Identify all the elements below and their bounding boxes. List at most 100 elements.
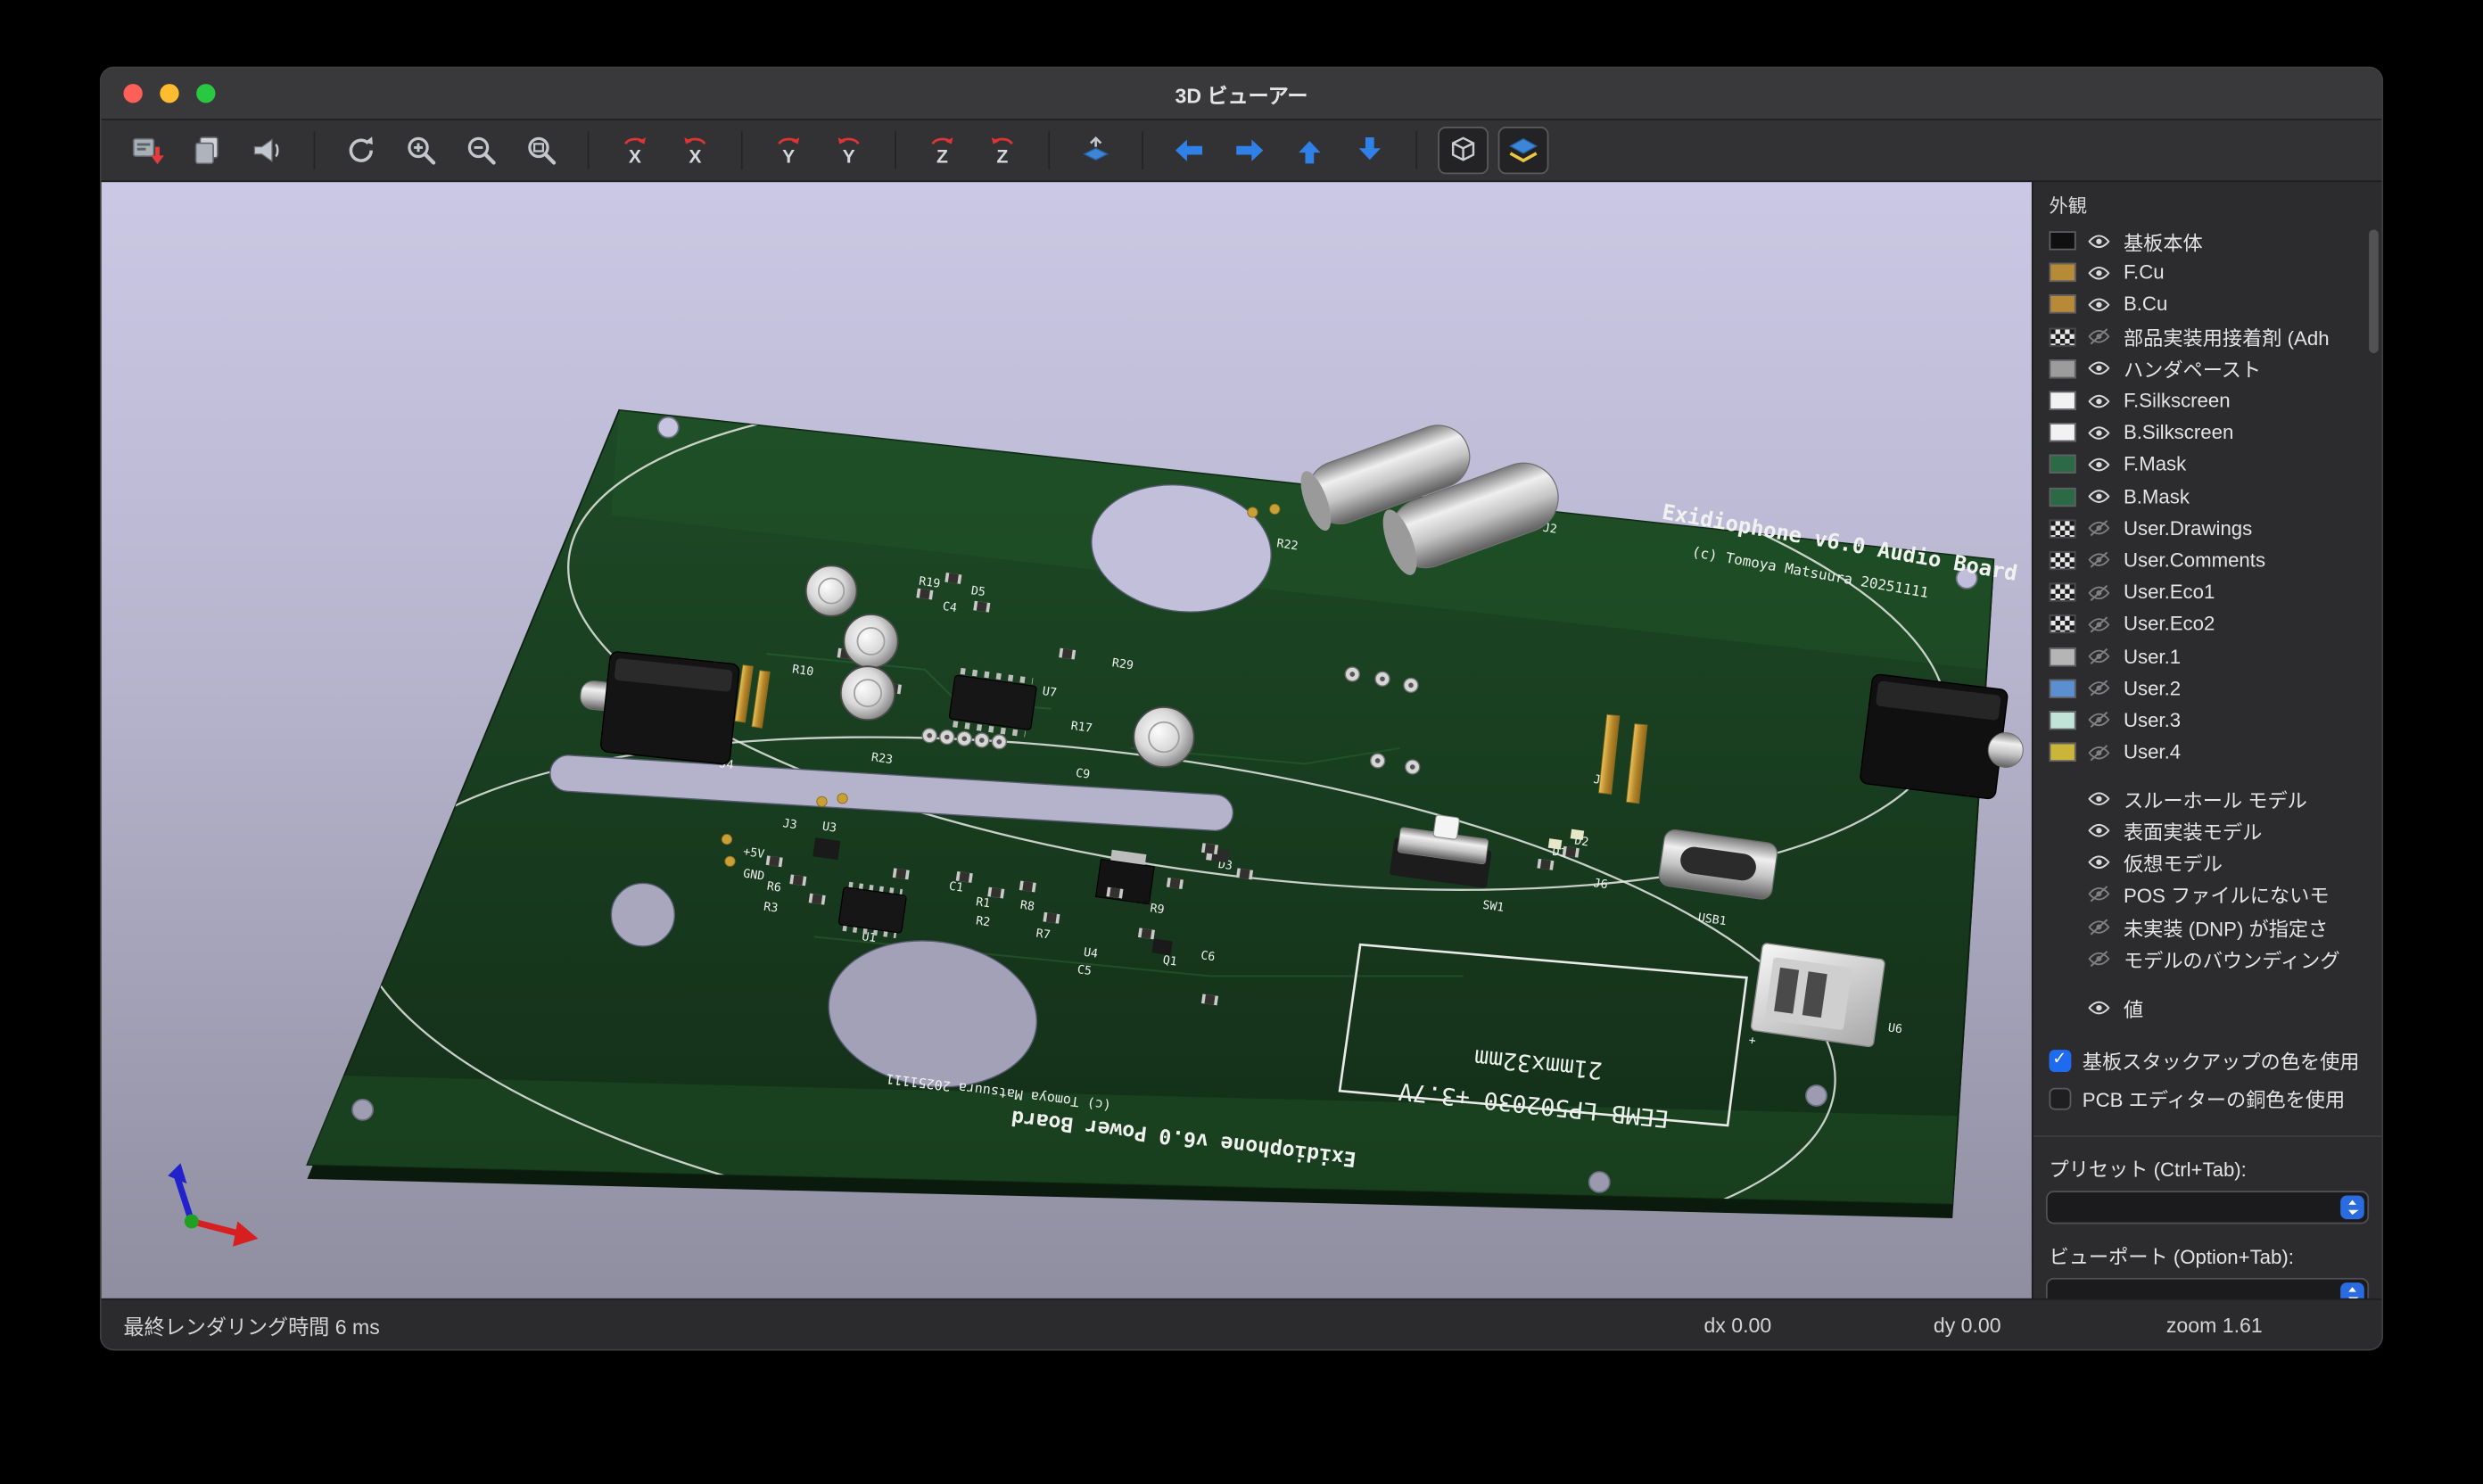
visibility-on-icon[interactable]	[2087, 293, 2111, 317]
visibility-on-icon[interactable]	[2087, 389, 2111, 413]
visibility-on-icon[interactable]	[2087, 484, 2111, 508]
layer-color-swatch[interactable]	[2049, 615, 2075, 634]
layer-label: B.Cu	[2124, 293, 2167, 316]
layer-label: User.Eco2	[2124, 614, 2215, 636]
model-label: 表面実装モデル	[2124, 815, 2262, 845]
visibility-on-icon[interactable]	[2087, 357, 2111, 381]
silkscreen-label: R2	[975, 914, 991, 929]
silkscreen-label: C5	[1077, 963, 1093, 978]
layer-color-swatch[interactable]	[2049, 551, 2075, 570]
visibility-on-icon[interactable]	[2087, 819, 2111, 843]
pan-left-button[interactable]	[1164, 127, 1215, 174]
layer-label: User.4	[2124, 741, 2181, 763]
visibility-off-icon[interactable]	[2087, 613, 2111, 637]
pan-down-button[interactable]	[1344, 127, 1395, 174]
copy-image-button[interactable]	[182, 127, 233, 174]
visibility-off-icon[interactable]	[2087, 516, 2111, 540]
visibility-off-icon[interactable]	[2087, 946, 2111, 970]
layer-color-swatch[interactable]	[2049, 487, 2075, 506]
layer-color-swatch[interactable]	[2049, 392, 2075, 410]
pad-hole	[979, 738, 985, 743]
visibility-on-icon[interactable]	[2087, 996, 2111, 1020]
visibility-on-icon[interactable]	[2087, 229, 2111, 253]
layer-row: User.4	[2049, 737, 2372, 769]
visibility-on-icon[interactable]	[2087, 421, 2111, 445]
visibility-on-icon[interactable]	[2087, 453, 2111, 477]
layer-color-swatch[interactable]	[2049, 455, 2075, 474]
3d-viewport[interactable]: Exidiophone v6.0 Audio Board (c) Tomoya …	[102, 182, 2032, 1298]
silkscreen-label: R7	[1035, 928, 1052, 943]
board-stackup-colors-checkbox[interactable]	[2049, 1049, 2071, 1071]
pcb-board	[307, 323, 1993, 1298]
visibility-off-icon[interactable]	[2087, 645, 2111, 669]
layer-color-swatch[interactable]	[2049, 519, 2075, 538]
zoom-out-button[interactable]	[456, 127, 507, 174]
rotate-z-ccw-button[interactable]: Z	[917, 127, 968, 174]
render-options-icon	[251, 133, 285, 168]
flip-board-button[interactable]	[1070, 127, 1121, 174]
layer-color-swatch[interactable]	[2049, 711, 2075, 730]
titlebar[interactable]: 3D ビューアー	[102, 68, 2382, 120]
layer-color-swatch[interactable]	[2049, 679, 2075, 697]
appearance-manager-button[interactable]	[1498, 127, 1549, 174]
layer-color-swatch[interactable]	[2049, 743, 2075, 762]
layer-label: User.Comments	[2124, 549, 2265, 572]
stepper-icon[interactable]	[2340, 1195, 2364, 1219]
render-options-button[interactable]	[243, 127, 293, 174]
visibility-off-icon[interactable]	[2087, 883, 2111, 907]
export-render-image-button[interactable]	[122, 127, 173, 174]
rotate-y-ccw-button[interactable]: Y	[763, 127, 814, 174]
toolbar-separator	[895, 131, 896, 169]
visibility-off-icon[interactable]	[2087, 548, 2111, 573]
layer-color-swatch[interactable]	[2049, 263, 2075, 282]
layer-color-swatch[interactable]	[2049, 583, 2075, 602]
layer-color-swatch[interactable]	[2049, 359, 2075, 378]
layer-color-swatch[interactable]	[2049, 327, 2075, 346]
visibility-off-icon[interactable]	[2087, 581, 2111, 605]
rotate-z-cw-button[interactable]: Z	[977, 127, 1027, 174]
pcb-editor-copper-colors-checkbox[interactable]	[2049, 1087, 2071, 1109]
layer-color-swatch[interactable]	[2049, 647, 2075, 665]
orthographic-projection-button[interactable]	[1438, 127, 1489, 174]
visibility-on-icon[interactable]	[2087, 787, 2111, 811]
visibility-off-icon[interactable]	[2087, 708, 2111, 732]
layer-row: 部品実装用接着剤 (Adh	[2049, 321, 2372, 353]
rotate-x-ccw-button[interactable]: X	[610, 127, 661, 174]
pcb-3d-render: Exidiophone v6.0 Audio Board (c) Tomoya …	[102, 182, 2032, 1298]
checkbox-row: PCB エディターの銅色を使用	[2049, 1084, 2365, 1112]
zoom-window-button[interactable]	[196, 84, 215, 103]
silkscreen-label: R22	[1275, 537, 1299, 553]
visibility-off-icon[interactable]	[2087, 740, 2111, 764]
layer-label: B.Mask	[2124, 485, 2190, 507]
visibility-off-icon[interactable]	[2087, 677, 2111, 701]
stepper-icon[interactable]	[2340, 1282, 2364, 1298]
checkbox-label: 基板スタックアップの色を使用	[2083, 1045, 2360, 1076]
visibility-off-icon[interactable]	[2087, 325, 2111, 349]
layer-color-swatch[interactable]	[2049, 295, 2075, 314]
close-button[interactable]	[123, 84, 142, 103]
minimize-button[interactable]	[160, 84, 178, 103]
visibility-on-icon[interactable]	[2087, 261, 2111, 285]
zoom-to-fit-button[interactable]	[516, 127, 567, 174]
pan-up-button[interactable]	[1284, 127, 1335, 174]
panel-scrollbar[interactable]	[2369, 229, 2379, 352]
visibility-on-icon[interactable]	[2087, 851, 2111, 875]
model-label: スルーホール モデル	[2124, 783, 2307, 813]
silkscreen-label: U3	[821, 820, 837, 836]
visibility-off-icon[interactable]	[2087, 914, 2111, 938]
layer-color-swatch[interactable]	[2049, 423, 2075, 441]
layer-row: 基板本体	[2049, 225, 2372, 257]
redraw-button[interactable]	[335, 127, 386, 174]
zoom-in-button[interactable]	[396, 127, 447, 174]
rotate-x-cw-button[interactable]: X	[670, 127, 721, 174]
layer-color-swatch[interactable]	[2049, 231, 2075, 250]
preset-label: プリセット (Ctrl+Tab):	[2049, 1152, 2365, 1183]
model-label: POS ファイルにないモ	[2124, 879, 2330, 910]
viewport-dropdown[interactable]	[2046, 1277, 2369, 1298]
preset-dropdown[interactable]	[2046, 1190, 2369, 1223]
pan-right-button[interactable]	[1224, 127, 1274, 174]
rotate-y-cw-button[interactable]: Y	[823, 127, 874, 174]
export-render-image-icon	[130, 133, 165, 168]
appearance-manager-icon	[1506, 133, 1541, 168]
screen: 3D ビューアー XXYYZZ	[0, 0, 2483, 1484]
